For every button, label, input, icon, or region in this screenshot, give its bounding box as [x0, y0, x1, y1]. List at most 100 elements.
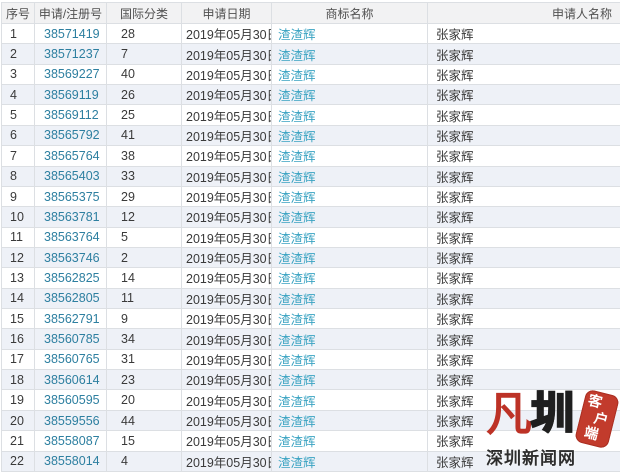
- applicant-cell: 张家辉: [436, 49, 474, 63]
- reg-no-link[interactable]: 38571419: [44, 27, 100, 41]
- seq-cell: 5: [10, 108, 17, 122]
- reg-no-link[interactable]: 38560785: [44, 332, 100, 346]
- reg-no-link[interactable]: 38565764: [44, 149, 100, 163]
- seq-cell: 8: [10, 169, 17, 183]
- reg-no-link[interactable]: 38571237: [44, 47, 100, 61]
- mark-name-link[interactable]: 渣渣辉: [278, 211, 316, 225]
- mark-name-link[interactable]: 渣渣辉: [278, 150, 316, 164]
- reg-no-link[interactable]: 38565375: [44, 190, 100, 204]
- intl-class-cell: 4: [121, 454, 128, 468]
- seq-cell: 4: [10, 88, 17, 102]
- apply-date-cell: 2019年05月30日: [186, 395, 272, 409]
- apply-date-cell: 2019年05月30日: [186, 150, 272, 164]
- mark-name-link[interactable]: 渣渣辉: [278, 395, 316, 409]
- seq-cell: 12: [10, 251, 24, 265]
- reg-no-link[interactable]: 38562791: [44, 312, 100, 326]
- mark-name-link[interactable]: 渣渣辉: [278, 28, 316, 42]
- mark-name-link[interactable]: 渣渣辉: [278, 415, 316, 429]
- reg-no-link[interactable]: 38562805: [44, 291, 100, 305]
- seq-cell: 7: [10, 149, 17, 163]
- apply-date-cell: 2019年05月30日: [186, 272, 272, 286]
- mark-name-link[interactable]: 渣渣辉: [278, 334, 316, 348]
- reg-no-link[interactable]: 38565403: [44, 169, 100, 183]
- table-row: 838565403332019年05月30日渣渣辉张家辉: [2, 166, 620, 186]
- intl-class-cell: 40: [121, 67, 135, 81]
- reg-no-link[interactable]: 38560614: [44, 373, 100, 387]
- apply-date-cell: 2019年05月30日: [186, 374, 272, 388]
- mark-name-link[interactable]: 渣渣辉: [278, 354, 316, 368]
- mark-name-link[interactable]: 渣渣辉: [278, 69, 316, 83]
- seq-cell: 9: [10, 190, 17, 204]
- table-row: 1038563781122019年05月30日渣渣辉张家辉: [2, 207, 620, 227]
- seq-cell: 21: [10, 434, 24, 448]
- apply-date-cell: 2019年05月30日: [186, 49, 272, 63]
- table-row: 938565375292019年05月30日渣渣辉张家辉: [2, 186, 620, 206]
- seq-cell: 6: [10, 128, 17, 142]
- mark-name-link[interactable]: 渣渣辉: [278, 435, 316, 449]
- apply-date-cell: 2019年05月30日: [186, 334, 272, 348]
- applicant-cell: 张家辉: [436, 232, 474, 246]
- applicant-cell: 张家辉: [436, 69, 474, 83]
- intl-class-cell: 7: [121, 47, 128, 61]
- seq-cell: 13: [10, 271, 24, 285]
- reg-no-link[interactable]: 38559556: [44, 414, 100, 428]
- mark-name-link[interactable]: 渣渣辉: [278, 252, 316, 266]
- apply-date-cell: 2019年05月30日: [186, 69, 272, 83]
- table-row: 1438562805112019年05月30日渣渣辉张家辉: [2, 288, 620, 308]
- reg-no-link[interactable]: 38565792: [44, 128, 100, 142]
- mark-name-link[interactable]: 渣渣辉: [278, 110, 316, 124]
- reg-no-link[interactable]: 38562825: [44, 271, 100, 285]
- mark-name-link[interactable]: 渣渣辉: [278, 374, 316, 388]
- reg-no-link[interactable]: 38569112: [44, 108, 99, 122]
- reg-no-link[interactable]: 38560595: [44, 393, 100, 407]
- table-row: 1638560785342019年05月30日渣渣辉张家辉: [2, 329, 620, 349]
- seq-cell: 10: [10, 210, 24, 224]
- apply-date-cell: 2019年05月30日: [186, 191, 272, 205]
- table-row: 138571419282019年05月30日渣渣辉张家辉: [2, 24, 620, 44]
- table-row: 153856279192019年05月30日渣渣辉张家辉: [2, 309, 620, 329]
- mark-name-link[interactable]: 渣渣辉: [278, 293, 316, 307]
- applicant-cell: 张家辉: [436, 252, 474, 266]
- mark-name-link[interactable]: 渣渣辉: [278, 232, 316, 246]
- apply-date-cell: 2019年05月30日: [186, 313, 272, 327]
- intl-class-cell: 2: [121, 251, 128, 265]
- applicant-cell: 张家辉: [436, 89, 474, 103]
- table-row: 438569119262019年05月30日渣渣辉张家辉: [2, 85, 620, 105]
- mark-name-link[interactable]: 渣渣辉: [278, 89, 316, 103]
- reg-no-link[interactable]: 38569119: [44, 88, 99, 102]
- reg-no-link[interactable]: 38558087: [44, 434, 100, 448]
- mark-name-link[interactable]: 渣渣辉: [278, 313, 316, 327]
- column-header-3: 国际分类: [107, 3, 182, 24]
- apply-date-cell: 2019年05月30日: [186, 211, 272, 225]
- reg-no-link[interactable]: 38563781: [44, 210, 100, 224]
- mark-name-link[interactable]: 渣渣辉: [278, 49, 316, 63]
- intl-class-cell: 31: [121, 352, 135, 366]
- table-row: 2 38571237 7 2019年05月30日渣渣辉 张家辉: [2, 44, 620, 64]
- mark-name-link[interactable]: 渣渣辉: [278, 191, 316, 205]
- seq-cell: 16: [10, 332, 24, 346]
- trademark-results-table: 序号申请/注册号国际分类申请日期商标名称申请人名称 13857141928201…: [1, 2, 620, 472]
- apply-date-cell: 2019年05月30日: [186, 435, 272, 449]
- applicant-cell: 张家辉: [436, 374, 474, 388]
- intl-class-cell: 5: [121, 230, 128, 244]
- reg-no-link[interactable]: 38560765: [44, 352, 100, 366]
- applicant-cell: 张家辉: [436, 435, 474, 449]
- intl-class-cell: 29: [121, 190, 135, 204]
- reg-no-link[interactable]: 38569227: [44, 67, 100, 81]
- reg-no-link[interactable]: 38558014: [44, 454, 100, 468]
- intl-class-cell: 44: [121, 414, 135, 428]
- apply-date-cell: 2019年05月30日: [186, 130, 272, 144]
- apply-date-cell: 2019年05月30日: [186, 354, 272, 368]
- mark-name-link[interactable]: 渣渣辉: [278, 171, 316, 185]
- apply-date-cell: 2019年05月30日: [186, 293, 272, 307]
- mark-name-link[interactable]: 渣渣辉: [278, 456, 316, 470]
- reg-no-link[interactable]: 38563746: [44, 251, 100, 265]
- reg-no-link[interactable]: 38563764: [44, 230, 100, 244]
- intl-class-cell: 34: [121, 332, 135, 346]
- apply-date-cell: 2019年05月30日: [186, 110, 272, 124]
- intl-class-cell: 14: [121, 271, 135, 285]
- apply-date-cell: 2019年05月30日: [186, 252, 272, 266]
- mark-name-link[interactable]: 渣渣辉: [278, 272, 316, 286]
- mark-name-link[interactable]: 渣渣辉: [278, 130, 316, 144]
- seq-cell: 2: [10, 47, 17, 61]
